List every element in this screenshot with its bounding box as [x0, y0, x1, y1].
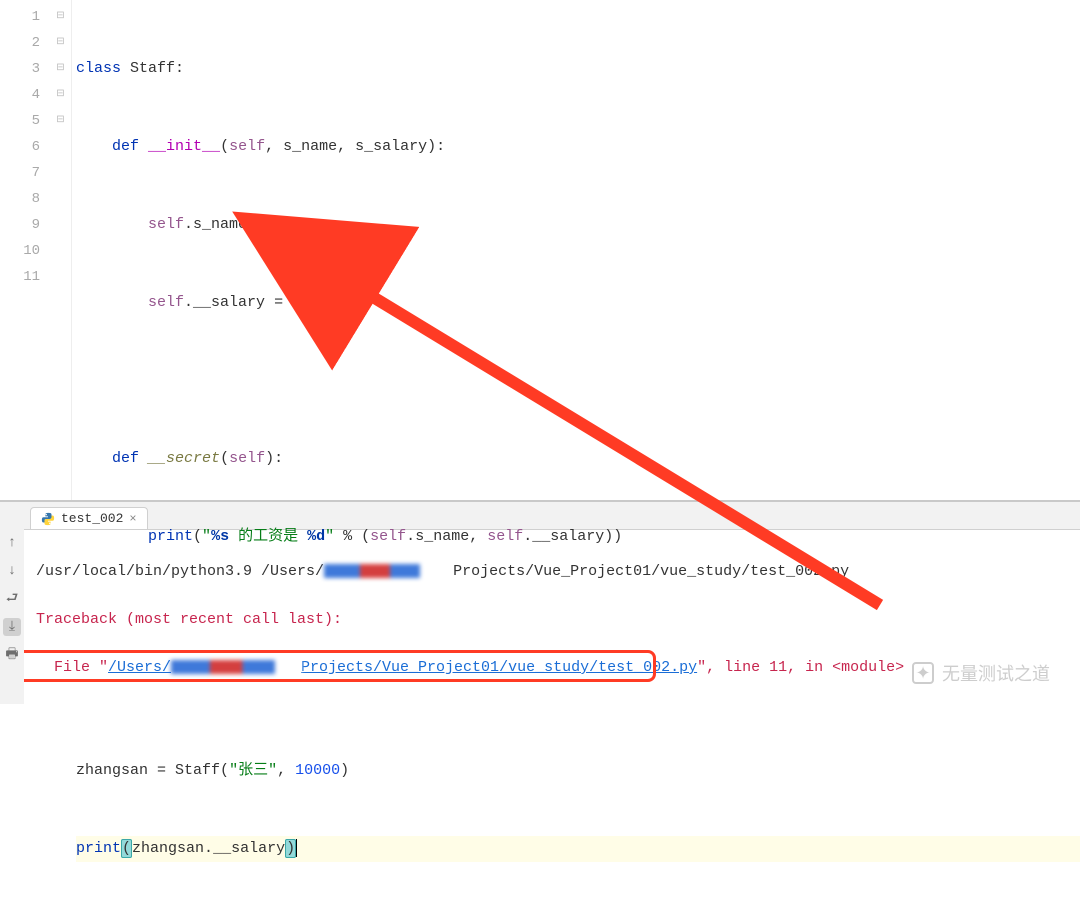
soft-wrap-icon[interactable]: ⮐ — [3, 590, 21, 608]
line-number: 6 — [0, 134, 40, 160]
wechat-icon: ✦ — [912, 662, 934, 684]
redacted-text — [171, 660, 301, 674]
keyword: def — [112, 450, 139, 467]
fold-gutter: ⊟ ⊟ ⊟ ⊟ ⊟ — [50, 0, 72, 500]
builtin-print: print — [76, 840, 121, 857]
python-file-icon — [41, 512, 55, 526]
scroll-to-end-icon[interactable]: ⤓ — [3, 618, 21, 636]
text-cursor — [296, 839, 297, 857]
line-number-gutter: 1 2 3 4 5 6 7 8 9 10 11 — [0, 0, 50, 500]
line-number: 5 — [0, 108, 40, 134]
line-number: 3 — [0, 56, 40, 82]
editor-pane: 1 2 3 4 5 6 7 8 9 10 11 ⊟ ⊟ ⊟ ⊟ ⊟ class … — [0, 0, 1080, 500]
function-name: __init__ — [148, 138, 220, 155]
fold-open-icon[interactable]: ⊟ — [50, 30, 71, 56]
tool-column: ↑ ↓ ⮐ ⤓ 🖶 — [0, 502, 24, 704]
line-number: 2 — [0, 30, 40, 56]
scroll-up-icon[interactable]: ↑ — [3, 534, 21, 552]
watermark: ✦ 无量测试之道 — [912, 660, 1050, 686]
line-number: 7 — [0, 160, 40, 186]
watermark-text: 无量测试之道 — [942, 660, 1050, 686]
scroll-down-icon[interactable]: ↓ — [3, 562, 21, 580]
file-link[interactable]: /Users/Projects/Vue_Project01/vue_study/… — [108, 659, 697, 676]
print-icon[interactable]: 🖶 — [3, 646, 21, 664]
redacted-text — [324, 564, 444, 578]
line-number: 8 — [0, 186, 40, 212]
fold-close-icon[interactable]: ⊟ — [50, 56, 71, 82]
console-line: /usr/local/bin/python3.9 /Users/ Project… — [36, 560, 1068, 584]
keyword: def — [112, 138, 139, 155]
function-name: __secret — [148, 450, 220, 467]
line-number: 9 — [0, 212, 40, 238]
fold-open-icon[interactable]: ⊟ — [50, 4, 71, 30]
line-number: 4 — [0, 82, 40, 108]
keyword: class — [76, 60, 121, 77]
class-name: Staff — [130, 60, 175, 77]
code-editor[interactable]: class Staff: def __init__(self, s_name, … — [72, 0, 1080, 500]
line-number: 10 — [0, 238, 40, 264]
matched-paren: ) — [285, 839, 296, 858]
matched-paren: ( — [121, 839, 132, 858]
line-number: 11 — [0, 264, 40, 290]
fold-close-icon[interactable]: ⊟ — [50, 108, 71, 134]
line-number: 1 — [0, 4, 40, 30]
self-param: self — [229, 138, 265, 155]
console-line: Traceback (most recent call last): — [36, 608, 1068, 632]
fold-open-icon[interactable]: ⊟ — [50, 82, 71, 108]
